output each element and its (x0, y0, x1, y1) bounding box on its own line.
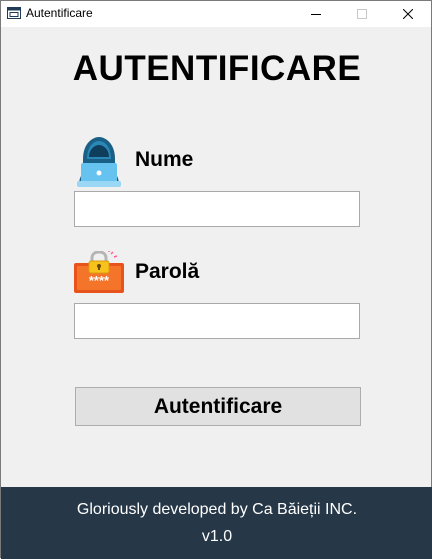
close-icon (403, 9, 413, 19)
version-label: v1.0 (201, 528, 233, 545)
minimize-button[interactable] (293, 1, 339, 27)
title-bar[interactable]: Autentificare (1, 1, 431, 27)
name-label: Nume (135, 148, 194, 171)
window-icon (7, 7, 21, 19)
svg-text:****: **** (89, 273, 110, 288)
maximize-button[interactable] (339, 1, 385, 27)
password-label: Parolă (135, 260, 200, 283)
name-input[interactable] (75, 192, 359, 226)
password-lock-icon: **** (74, 251, 124, 293)
name-field[interactable] (74, 191, 360, 227)
minimize-icon (311, 14, 321, 15)
window-title: Autentificare (26, 6, 93, 20)
close-button[interactable] (385, 1, 431, 27)
user-laptop-icon (77, 137, 121, 187)
password-field[interactable] (74, 303, 360, 339)
page-title: AUTENTIFICARE (72, 49, 362, 88)
password-input[interactable] (75, 304, 359, 338)
footer: Gloriously developed by Ca Băieții INC. … (1, 487, 432, 559)
footer-credit: Gloriously developed by Ca Băieții INC. (76, 501, 358, 518)
login-window: Autentificare AUTENTIFICARE Nume **** Pa… (0, 0, 432, 559)
maximize-icon (357, 9, 367, 19)
login-button[interactable]: Autentificare (75, 387, 361, 426)
